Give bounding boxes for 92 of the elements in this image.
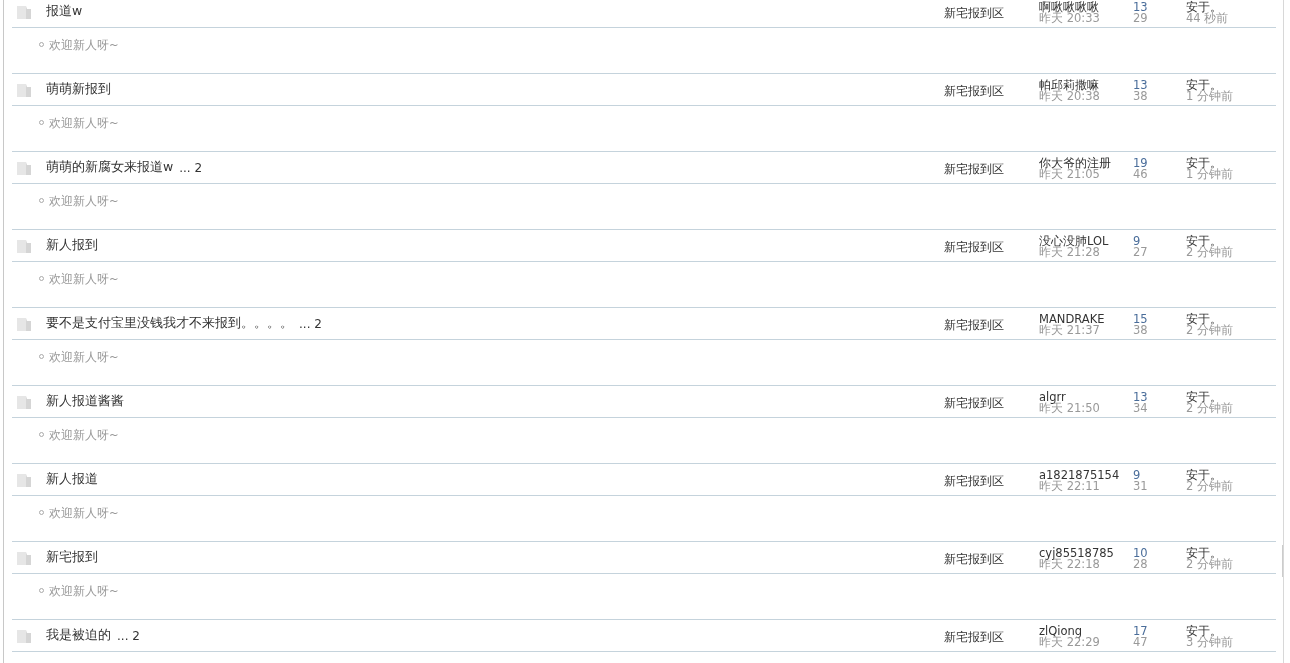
reply-count[interactable]: 9 xyxy=(1133,235,1186,247)
author-name[interactable]: cyj85518785 xyxy=(1039,547,1133,559)
view-count: 46 xyxy=(1133,168,1149,180)
last-post-time: 2 分钟前 xyxy=(1186,558,1234,570)
last-post-time: 44 秒前 xyxy=(1186,12,1230,24)
forum-link[interactable]: 新宅报到区 xyxy=(944,473,1039,490)
author-name[interactable]: algrr xyxy=(1039,391,1133,403)
thread-title[interactable]: 报道w xyxy=(46,3,83,20)
last-post-time: 2 分钟前 xyxy=(1186,324,1234,336)
last-post-time: 1 分钟前 xyxy=(1186,168,1234,180)
reply-count[interactable]: 13 xyxy=(1133,79,1186,91)
thread-title[interactable]: 萌萌的新腐女来报道w xyxy=(46,159,174,176)
author-name[interactable]: a1821875154 xyxy=(1039,469,1133,481)
view-count: 34 xyxy=(1133,402,1149,414)
reply-count[interactable]: 13 xyxy=(1133,391,1186,403)
reply-count[interactable]: 13 xyxy=(1133,1,1186,13)
last-poster[interactable]: 安于。 xyxy=(1186,547,1276,559)
post-date: 昨天 21:50 xyxy=(1039,402,1101,414)
reply-count[interactable]: 10 xyxy=(1133,547,1186,559)
document-icon xyxy=(16,627,32,644)
last-post-time: 1 分钟前 xyxy=(1186,90,1234,102)
forum-link[interactable]: 新宅报到区 xyxy=(944,551,1039,568)
page-link[interactable]: ... 2 xyxy=(179,160,203,175)
view-count: 31 xyxy=(1133,480,1149,492)
thread-title[interactable]: 新宅报到 xyxy=(46,549,98,566)
document-icon xyxy=(16,471,32,488)
document-icon xyxy=(16,549,32,566)
last-post-time: 2 分钟前 xyxy=(1186,402,1234,414)
reply-count[interactable]: 17 xyxy=(1133,625,1186,637)
post-date: 昨天 22:11 xyxy=(1039,480,1100,492)
reply-count[interactable]: 15 xyxy=(1133,313,1186,325)
last-post-time: 2 分钟前 xyxy=(1186,480,1234,492)
thread-title[interactable]: 我是被迫的 xyxy=(46,627,111,644)
reply-count[interactable]: 9 xyxy=(1133,469,1186,481)
forum-link[interactable]: 新宅报到区 xyxy=(944,239,1039,256)
last-poster[interactable]: 安于。 xyxy=(1186,235,1276,247)
last-poster[interactable]: 安于。 xyxy=(1186,157,1276,169)
view-count: 47 xyxy=(1133,636,1149,648)
last-poster[interactable]: 安于。 xyxy=(1186,625,1276,637)
document-icon xyxy=(16,315,32,332)
reply-preview: 欢迎新人呀~ xyxy=(49,584,119,599)
author-name[interactable]: 你大爷的注册 xyxy=(1039,157,1133,169)
document-icon xyxy=(16,81,32,98)
post-date: 昨天 22:29 xyxy=(1039,636,1101,648)
author-name[interactable]: 没心没肺LOL xyxy=(1039,235,1133,247)
last-poster[interactable]: 安于。 xyxy=(1186,1,1276,13)
forum-link[interactable]: 新宅报到区 xyxy=(944,629,1039,646)
reply-preview: 欢迎新人呀~ xyxy=(49,272,119,287)
view-count: 27 xyxy=(1133,246,1149,258)
last-poster[interactable]: 安于。 xyxy=(1186,469,1276,481)
author-name[interactable]: zlQiong xyxy=(1039,625,1133,637)
view-count: 28 xyxy=(1133,558,1149,570)
forum-link[interactable]: 新宅报到区 xyxy=(944,5,1039,22)
last-poster[interactable]: 安于。 xyxy=(1186,313,1276,325)
thread-title[interactable]: 新人报道 xyxy=(46,471,98,488)
view-count: 38 xyxy=(1133,90,1149,102)
page-link[interactable]: ... 2 xyxy=(299,316,322,331)
last-post-time: 2 分钟前 xyxy=(1186,246,1234,258)
last-poster[interactable]: 安于。 xyxy=(1186,391,1276,403)
last-poster[interactable]: 安于。 xyxy=(1186,79,1276,91)
page-link[interactable]: ... 2 xyxy=(117,628,140,643)
forum-link[interactable]: 新宅报到区 xyxy=(944,161,1039,178)
forum-link[interactable]: 新宅报到区 xyxy=(944,317,1039,334)
last-post-time: 3 分钟前 xyxy=(1186,636,1234,648)
post-date: 昨天 21:05 xyxy=(1039,168,1100,180)
document-icon xyxy=(16,393,32,410)
post-date: 昨天 22:18 xyxy=(1039,558,1100,570)
view-count: 29 xyxy=(1133,12,1149,24)
post-date: 昨天 20:38 xyxy=(1039,90,1101,102)
document-icon xyxy=(16,159,32,176)
reply-preview: 欢迎新人呀~ xyxy=(49,428,119,443)
thread-title[interactable]: 新人报到 xyxy=(46,237,98,254)
post-date: 昨天 21:28 xyxy=(1039,246,1100,258)
document-icon xyxy=(16,237,32,254)
forum-link[interactable]: 新宅报到区 xyxy=(944,395,1039,412)
author-name[interactable]: 帕邱莉撒嘛 xyxy=(1039,79,1133,91)
post-date: 昨天 21:37 xyxy=(1039,324,1100,336)
reply-preview: 欢迎新人呀~ xyxy=(49,38,119,53)
reply-preview: 欢迎新人呀~ xyxy=(49,116,119,131)
reply-preview: 欢迎新人呀~ xyxy=(49,506,119,521)
post-date: 昨天 20:33 xyxy=(1039,12,1101,24)
thread-title[interactable]: 要不是支付宝里没钱我才不来报到。。。。 xyxy=(46,315,293,332)
forum-link[interactable]: 新宅报到区 xyxy=(944,83,1039,100)
author-name[interactable]: MANDRAKE xyxy=(1039,313,1133,325)
view-count: 38 xyxy=(1133,324,1149,336)
author-name[interactable]: 啊啾啾啾啾 xyxy=(1039,1,1133,13)
thread-title[interactable]: 新人报道酱酱 xyxy=(46,393,124,410)
reply-count[interactable]: 19 xyxy=(1133,157,1186,169)
document-icon xyxy=(16,3,32,20)
reply-preview: 欢迎新人呀~ xyxy=(49,194,119,209)
reply-preview: 欢迎新人呀~ xyxy=(49,350,119,365)
thread-title[interactable]: 萌萌新报到 xyxy=(46,81,111,98)
